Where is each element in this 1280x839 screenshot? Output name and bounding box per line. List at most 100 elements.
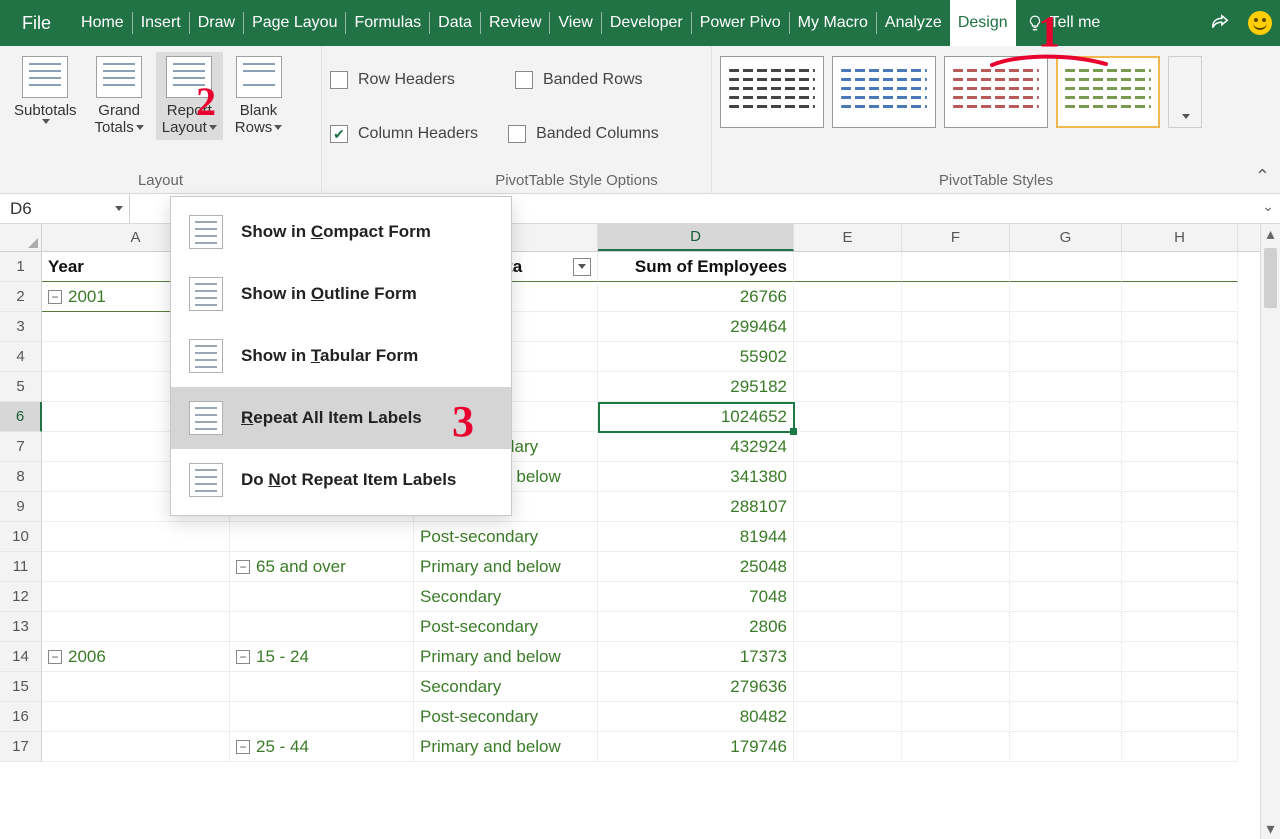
cell[interactable]: −65 and over: [230, 552, 414, 582]
column-headers-checkbox[interactable]: ✔Column Headers: [330, 120, 478, 148]
cell[interactable]: [902, 462, 1010, 492]
cell[interactable]: 17373: [598, 642, 794, 672]
name-box[interactable]: D6: [0, 194, 130, 223]
col-F[interactable]: F: [902, 224, 1010, 251]
cell[interactable]: 279636: [598, 672, 794, 702]
tab-file[interactable]: File: [0, 0, 73, 46]
cell[interactable]: [794, 582, 902, 612]
menu-item[interactable]: Do Not Repeat Item Labels: [171, 449, 511, 511]
row-header[interactable]: 1: [0, 252, 42, 282]
cell[interactable]: Primary and below: [414, 552, 598, 582]
cell[interactable]: [1010, 432, 1122, 462]
tab-power-pivot[interactable]: Power Pivo: [692, 0, 789, 46]
banded-columns-checkbox[interactable]: Banded Columns: [508, 120, 659, 148]
cell[interactable]: [1122, 402, 1238, 432]
cell[interactable]: [1122, 672, 1238, 702]
cell[interactable]: [902, 492, 1010, 522]
cell[interactable]: 1024652: [598, 402, 794, 432]
tab-design[interactable]: Design: [950, 0, 1016, 46]
scroll-up-button[interactable]: ▴: [1261, 224, 1280, 244]
cell[interactable]: [230, 702, 414, 732]
cell[interactable]: [1010, 282, 1122, 312]
cell[interactable]: [794, 372, 902, 402]
row-header[interactable]: 4: [0, 342, 42, 372]
cell[interactable]: Sum of Employees: [598, 252, 794, 282]
cell[interactable]: 432924: [598, 432, 794, 462]
row-header[interactable]: 16: [0, 702, 42, 732]
cell[interactable]: [794, 312, 902, 342]
tab-analyze[interactable]: Analyze: [877, 0, 950, 46]
cell[interactable]: [1010, 372, 1122, 402]
expand-toggle[interactable]: −: [48, 650, 62, 664]
cell[interactable]: [1122, 552, 1238, 582]
cell[interactable]: Primary and below: [414, 732, 598, 762]
cell[interactable]: [902, 522, 1010, 552]
style-thumb-1[interactable]: [720, 56, 824, 128]
cell[interactable]: [1122, 642, 1238, 672]
cell[interactable]: [794, 402, 902, 432]
row-headers-checkbox[interactable]: Row Headers: [330, 66, 455, 94]
style-thumb-4[interactable]: [1056, 56, 1160, 128]
tab-data[interactable]: Data: [430, 0, 480, 46]
tab-insert[interactable]: Insert: [133, 0, 189, 46]
cell[interactable]: [1122, 582, 1238, 612]
row-header[interactable]: 2: [0, 282, 42, 312]
scroll-thumb[interactable]: [1264, 248, 1277, 308]
expand-toggle[interactable]: −: [236, 740, 250, 754]
cell[interactable]: 55902: [598, 342, 794, 372]
cell[interactable]: [1010, 732, 1122, 762]
expand-toggle[interactable]: −: [48, 290, 62, 304]
cell[interactable]: [1122, 732, 1238, 762]
expand-toggle[interactable]: −: [236, 560, 250, 574]
row-header[interactable]: 13: [0, 612, 42, 642]
cell[interactable]: [794, 672, 902, 702]
cell[interactable]: 341380: [598, 462, 794, 492]
menu-item[interactable]: Show in Tabular Form: [171, 325, 511, 387]
cell[interactable]: 25048: [598, 552, 794, 582]
style-thumb-3[interactable]: [944, 56, 1048, 128]
formula-expand-button[interactable]: ⌄: [1262, 198, 1274, 215]
cell[interactable]: 2806: [598, 612, 794, 642]
row-header[interactable]: 8: [0, 462, 42, 492]
cell[interactable]: [1010, 552, 1122, 582]
cell[interactable]: [794, 702, 902, 732]
feedback-smile[interactable]: [1246, 9, 1274, 37]
row-header[interactable]: 10: [0, 522, 42, 552]
cell[interactable]: [1010, 672, 1122, 702]
menu-item[interactable]: Show in Outline Form: [171, 263, 511, 325]
cell[interactable]: [794, 492, 902, 522]
collapse-ribbon-button[interactable]: ⌃: [1255, 166, 1270, 187]
cell[interactable]: [42, 612, 230, 642]
cell[interactable]: Primary and below: [414, 642, 598, 672]
cell[interactable]: [902, 552, 1010, 582]
menu-item[interactable]: Repeat All Item Labels: [171, 387, 511, 449]
cell[interactable]: [1010, 702, 1122, 732]
cell[interactable]: 7048: [598, 582, 794, 612]
row-header[interactable]: 11: [0, 552, 42, 582]
cell[interactable]: [1010, 342, 1122, 372]
style-thumb-2[interactable]: [832, 56, 936, 128]
vertical-scrollbar[interactable]: ▴ ▾: [1260, 224, 1280, 839]
cell[interactable]: Post-secondary: [414, 702, 598, 732]
cell[interactable]: [794, 552, 902, 582]
cell[interactable]: [902, 702, 1010, 732]
row-header[interactable]: 15: [0, 672, 42, 702]
cell[interactable]: [902, 342, 1010, 372]
row-header[interactable]: 9: [0, 492, 42, 522]
cell[interactable]: [1122, 612, 1238, 642]
row-header[interactable]: 3: [0, 312, 42, 342]
cell[interactable]: Secondary: [414, 672, 598, 702]
grand-totals-button[interactable]: GrandTotals: [89, 52, 150, 140]
cell[interactable]: [902, 672, 1010, 702]
cell[interactable]: [1122, 372, 1238, 402]
cell[interactable]: [794, 522, 902, 552]
styles-more-button[interactable]: [1168, 56, 1202, 128]
cell[interactable]: [1122, 252, 1238, 282]
tab-formulas[interactable]: Formulas: [346, 0, 429, 46]
cell[interactable]: 295182: [598, 372, 794, 402]
cell[interactable]: [230, 582, 414, 612]
cell[interactable]: Post-secondary: [414, 612, 598, 642]
cell[interactable]: [902, 582, 1010, 612]
cell[interactable]: [1122, 462, 1238, 492]
tell-me[interactable]: Tell me: [1016, 14, 1111, 32]
